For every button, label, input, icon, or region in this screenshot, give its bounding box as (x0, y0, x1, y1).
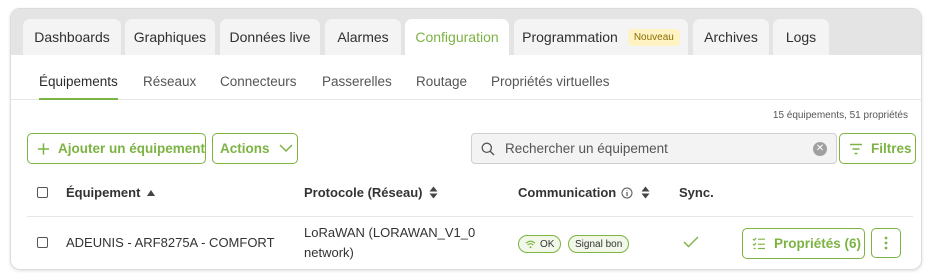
column-header-communication[interactable]: Communication (518, 185, 650, 200)
subtab-passerelles[interactable]: Passerelles (322, 74, 392, 89)
tab-logs[interactable]: Logs (773, 19, 829, 55)
status-label: OK (540, 238, 555, 250)
subtab-routage[interactable]: Routage (416, 74, 467, 89)
add-equipment-button[interactable]: Ajouter un équipement (27, 133, 206, 164)
tab-label: Archives (704, 29, 758, 45)
tab-graphiques[interactable]: Graphiques (125, 19, 215, 55)
column-label: Sync. (679, 185, 714, 200)
tab-label: Configuration (415, 29, 499, 45)
header-divider (27, 216, 913, 217)
main-tabbar: Dashboards Graphiques Données live Alarm… (11, 9, 921, 55)
column-header-equipment[interactable]: Équipement (66, 185, 156, 200)
filter-icon (850, 143, 862, 154)
row-checkbox[interactable] (37, 237, 48, 248)
sub-navigation: Équipements Réseaux Connecteurs Passerel… (11, 55, 921, 100)
tab-programmation[interactable]: Programmation Nouveau (514, 19, 688, 55)
status-ok-badge: OK (518, 235, 562, 253)
filters-button[interactable]: Filtres (839, 133, 916, 164)
tab-configuration[interactable]: Configuration (405, 19, 509, 55)
tab-archives[interactable]: Archives (693, 19, 769, 55)
actions-dropdown[interactable]: Actions (212, 133, 298, 164)
more-vertical-icon (884, 236, 888, 250)
properties-button[interactable]: Propriétés (6) (742, 228, 865, 259)
column-header-protocol[interactable]: Protocole (Réseau) (304, 185, 438, 200)
filters-label: Filtres (871, 141, 912, 156)
chevron-down-icon (278, 144, 293, 153)
sort-icon (429, 186, 438, 199)
signal-badge: Signal bon (568, 235, 630, 253)
tab-alarmes[interactable]: Alarmes (325, 19, 401, 55)
protocol-line-2: network) (304, 245, 354, 260)
equipment-count: 15 équipements, 51 propriétés (772, 110, 908, 121)
column-label: Communication (518, 185, 617, 200)
search-input[interactable] (505, 141, 795, 156)
column-label: Protocole (Réseau) (304, 185, 423, 200)
tab-label: Programmation (522, 29, 618, 45)
sort-icon (641, 186, 650, 199)
info-icon[interactable] (621, 187, 633, 199)
list-icon (752, 237, 765, 250)
subtab-connecteurs[interactable]: Connecteurs (220, 74, 297, 89)
new-badge: Nouveau (627, 28, 680, 46)
tab-dashboards[interactable]: Dashboards (23, 19, 121, 55)
actions-label: Actions (220, 141, 270, 156)
subtab-reseaux[interactable]: Réseaux (143, 74, 196, 89)
properties-label: Propriétés (6) (774, 236, 862, 251)
wifi-icon (525, 240, 536, 248)
tab-label: Données live (229, 29, 311, 45)
search-bar: ✕ (471, 133, 837, 164)
protocol-line-1: LoRaWAN (LORAWAN_V1_0 (304, 225, 476, 240)
plus-icon (37, 142, 50, 155)
configuration-panel: Dashboards Graphiques Données live Alarm… (10, 8, 922, 270)
search-icon (481, 142, 495, 155)
check-icon (683, 236, 699, 248)
subtab-equipements[interactable]: Équipements (39, 74, 118, 100)
tab-label: Alarmes (337, 29, 389, 45)
column-label: Équipement (66, 185, 141, 200)
equipment-name: ADEUNIS - ARF8275A - COMFORT (66, 235, 275, 250)
tab-donnees-live[interactable]: Données live (220, 19, 320, 55)
column-header-sync: Sync. (679, 185, 714, 200)
row-menu-button[interactable] (871, 228, 901, 258)
tab-label: Dashboards (34, 29, 110, 45)
sort-ascending-icon (147, 189, 156, 196)
signal-label: Signal bon (575, 238, 623, 250)
subtab-proprietes-virtuelles[interactable]: Propriétés virtuelles (491, 74, 610, 89)
clear-search-icon[interactable]: ✕ (813, 142, 827, 156)
add-equipment-label: Ajouter un équipement (57, 141, 205, 156)
tab-label: Logs (785, 29, 817, 45)
tab-label: Graphiques (133, 29, 207, 45)
select-all-checkbox[interactable] (37, 187, 48, 198)
